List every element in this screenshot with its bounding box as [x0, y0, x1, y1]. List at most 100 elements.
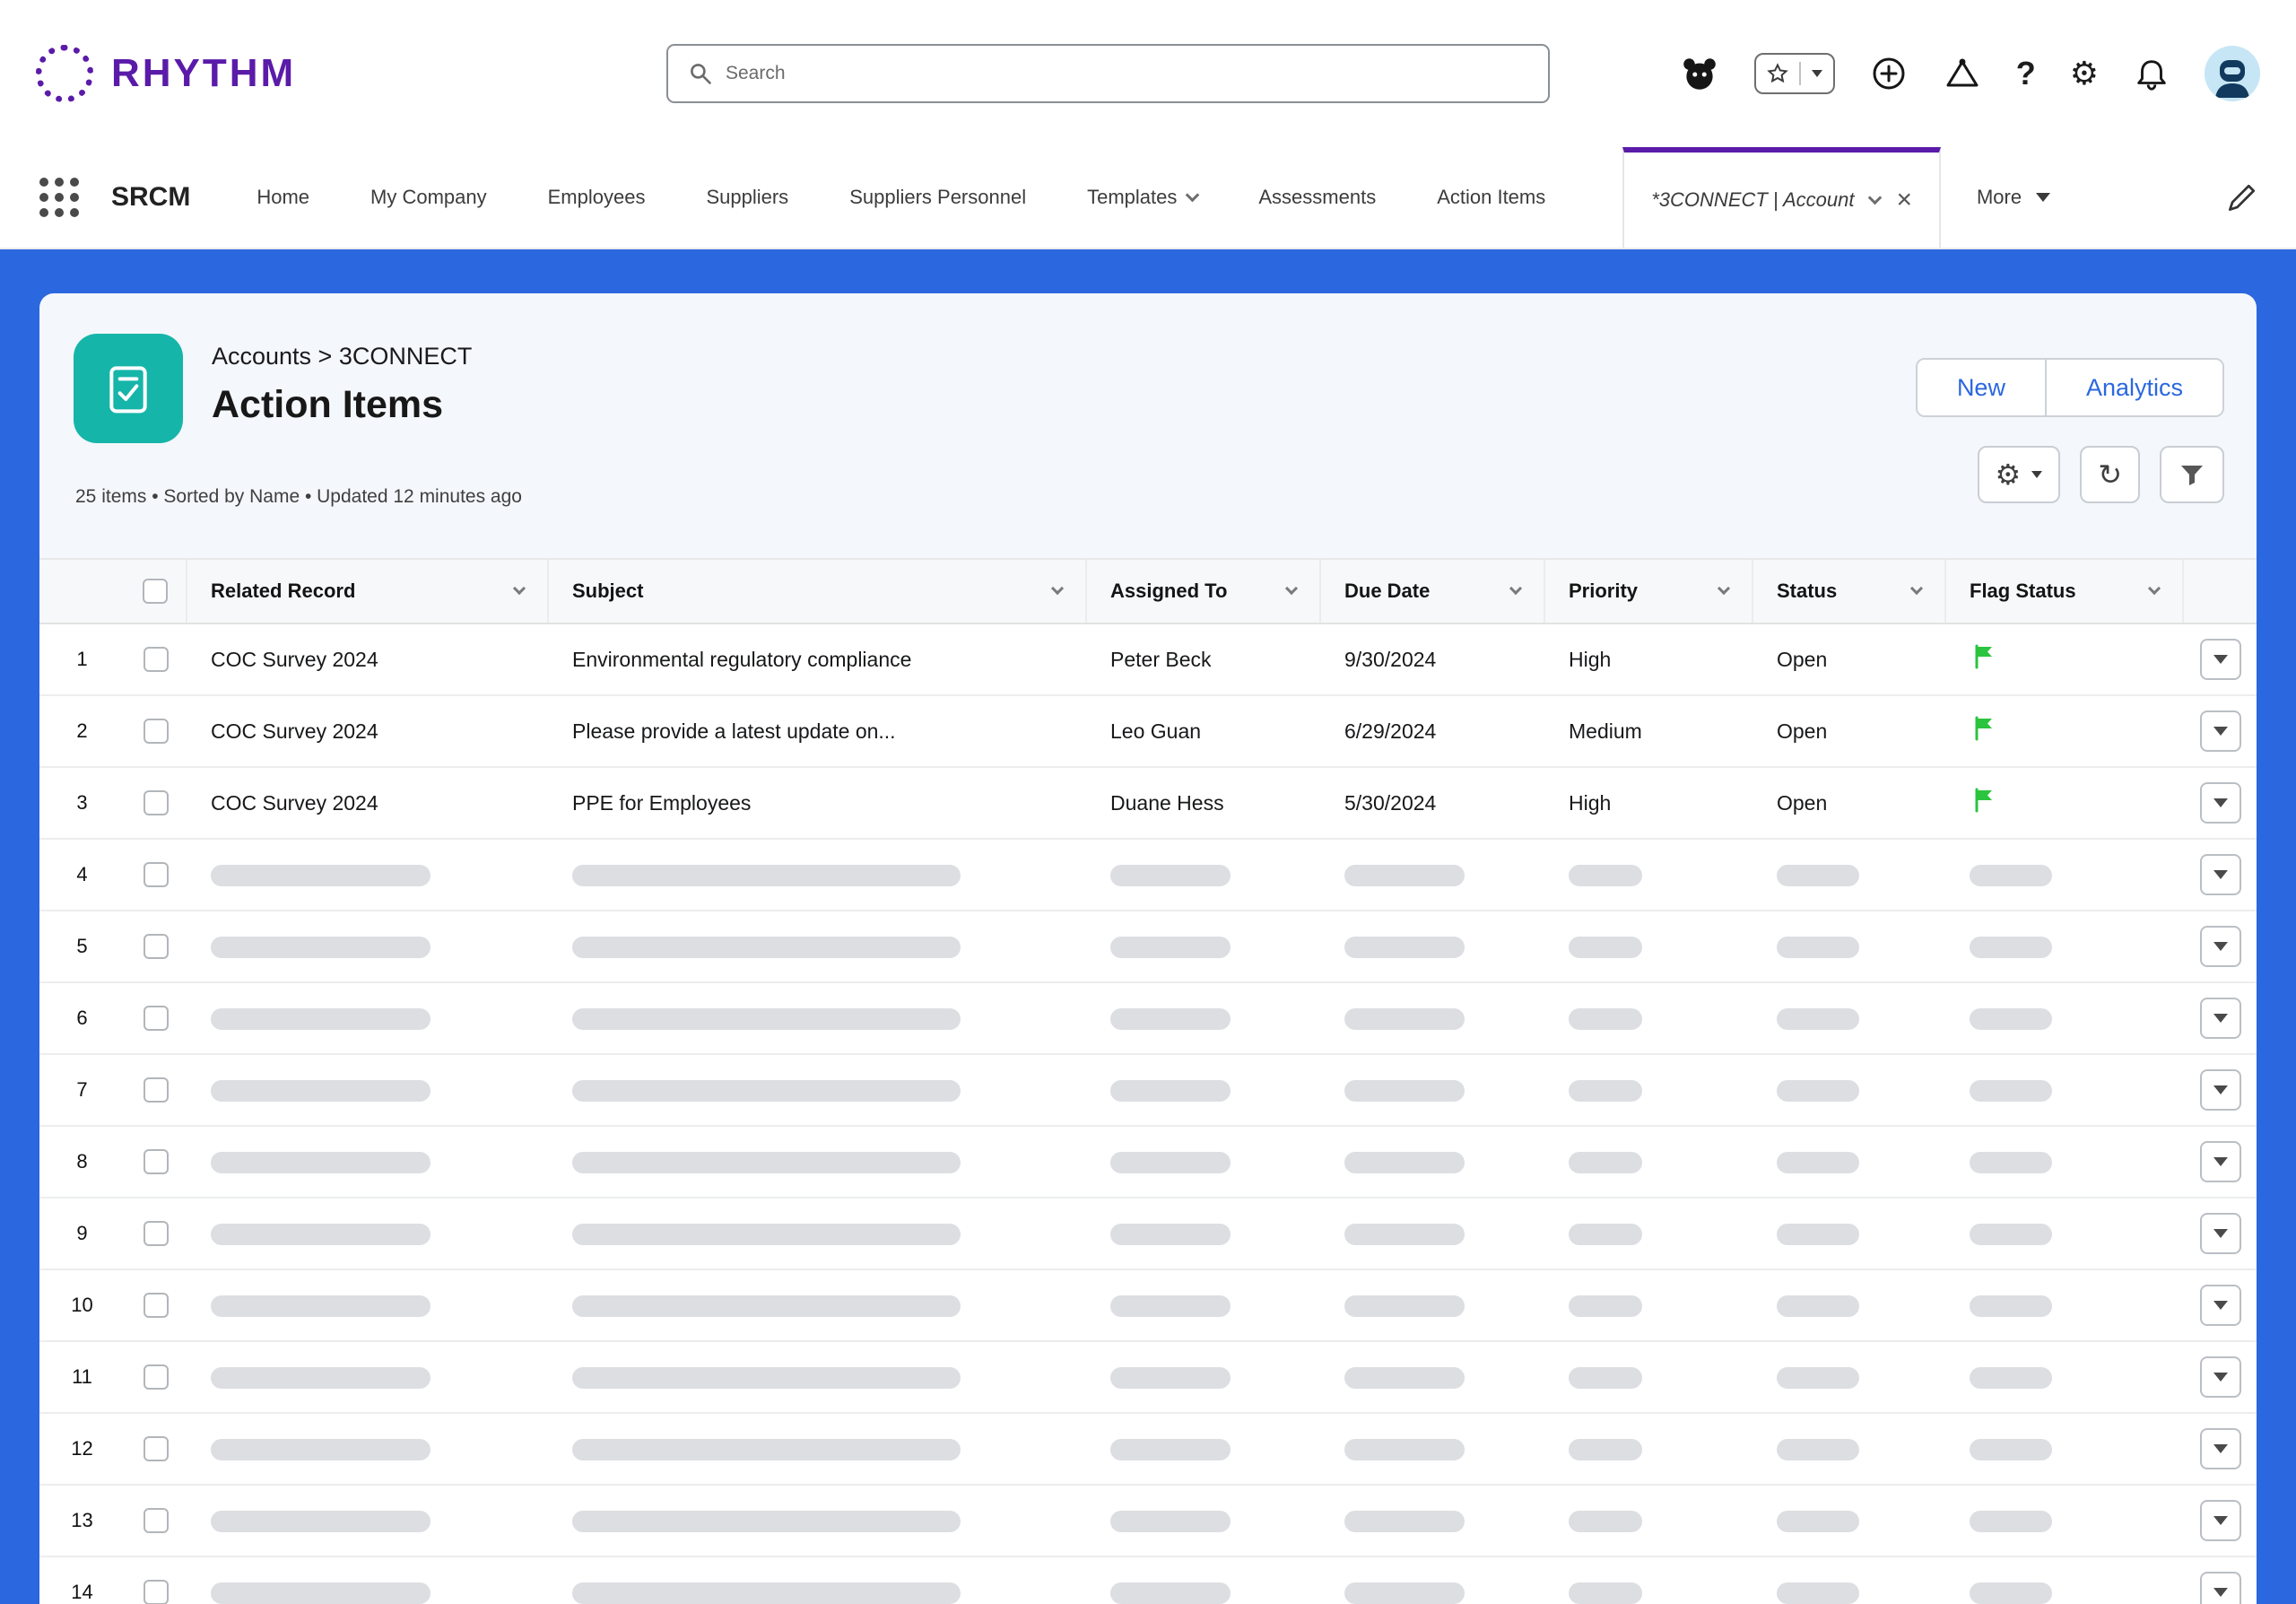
cell-assigned-to[interactable] — [1087, 1150, 1321, 1174]
tab-3connect-account[interactable]: *3CONNECT | Account × — [1622, 147, 1941, 248]
cell-assigned-to[interactable] — [1087, 863, 1321, 887]
cell-subject[interactable] — [549, 1078, 1087, 1103]
cell-subject[interactable]: Environmental regulatory compliance — [549, 648, 1087, 672]
select-all-checkbox[interactable] — [143, 579, 168, 604]
row-action-button[interactable] — [2200, 1500, 2241, 1541]
cell-subject[interactable] — [549, 1150, 1087, 1174]
global-search[interactable] — [666, 44, 1550, 103]
notifications-bell-icon[interactable] — [2133, 55, 2170, 92]
cell-related-record[interactable] — [187, 1222, 549, 1246]
cell-related-record[interactable] — [187, 1150, 549, 1174]
add-icon[interactable] — [1869, 54, 1909, 93]
setup-gear-icon[interactable]: ⚙ — [2070, 57, 2099, 90]
guidance-center-icon[interactable] — [1943, 54, 1982, 93]
close-icon[interactable]: × — [1896, 187, 1912, 214]
cell-related-record[interactable] — [187, 1078, 549, 1103]
row-checkbox[interactable] — [144, 647, 169, 672]
search-input[interactable] — [726, 63, 1528, 84]
breadcrumb[interactable]: Accounts > 3CONNECT — [212, 343, 472, 370]
row-checkbox[interactable] — [144, 1221, 169, 1246]
row-action-button[interactable] — [2200, 639, 2241, 680]
cell-related-record[interactable] — [187, 1437, 549, 1461]
cell-related-record[interactable] — [187, 1007, 549, 1031]
row-action-button[interactable] — [2200, 1428, 2241, 1469]
row-action-button[interactable] — [2200, 1213, 2241, 1254]
cell-subject[interactable] — [549, 1509, 1087, 1533]
row-action-button[interactable] — [2200, 998, 2241, 1039]
row-action-button[interactable] — [2200, 710, 2241, 752]
cell-assigned-to[interactable] — [1087, 935, 1321, 959]
cell-subject[interactable] — [549, 1581, 1087, 1604]
assistant-mascot-icon[interactable] — [1679, 53, 1720, 94]
list-settings-button[interactable]: ⚙ — [1978, 446, 2061, 503]
cell-related-record[interactable]: COC Survey 2024 — [187, 791, 549, 815]
row-checkbox[interactable] — [144, 1436, 169, 1461]
row-checkbox[interactable] — [144, 1149, 169, 1174]
tab-my-company[interactable]: My Company — [340, 147, 517, 248]
filter-button[interactable] — [2160, 446, 2224, 503]
cell-assigned-to[interactable] — [1087, 1007, 1321, 1031]
tab-suppliers[interactable]: Suppliers — [675, 147, 819, 248]
row-action-button[interactable] — [2200, 1572, 2241, 1604]
cell-subject[interactable]: PPE for Employees — [549, 791, 1087, 815]
tab-suppliers-personnel[interactable]: Suppliers Personnel — [819, 147, 1057, 248]
row-checkbox[interactable] — [144, 1006, 169, 1031]
favorites-button[interactable] — [1754, 53, 1835, 94]
cell-subject[interactable] — [549, 863, 1087, 887]
cell-related-record[interactable] — [187, 1365, 549, 1390]
cell-assigned-to[interactable] — [1087, 1078, 1321, 1103]
cell-subject[interactable] — [549, 935, 1087, 959]
column-header-priority[interactable]: Priority — [1545, 560, 1753, 623]
row-checkbox[interactable] — [144, 1077, 169, 1103]
row-action-button[interactable] — [2200, 1285, 2241, 1326]
cell-assigned-to[interactable] — [1087, 1222, 1321, 1246]
row-checkbox[interactable] — [144, 934, 169, 959]
cell-subject[interactable] — [549, 1437, 1087, 1461]
column-header-subject[interactable]: Subject — [549, 560, 1087, 623]
tab-templates[interactable]: Templates — [1057, 147, 1228, 248]
row-checkbox[interactable] — [144, 1364, 169, 1390]
row-action-button[interactable] — [2200, 926, 2241, 967]
tab-home[interactable]: Home — [226, 147, 340, 248]
cell-assigned-to[interactable]: Leo Guan — [1087, 719, 1321, 744]
cell-assigned-to[interactable]: Duane Hess — [1087, 791, 1321, 815]
tab-action-items[interactable]: Action Items — [1406, 147, 1576, 248]
cell-subject[interactable] — [549, 1294, 1087, 1318]
row-checkbox[interactable] — [144, 1293, 169, 1318]
cell-related-record[interactable] — [187, 863, 549, 887]
cell-assigned-to[interactable] — [1087, 1365, 1321, 1390]
tab-more[interactable]: More — [1941, 147, 2086, 248]
cell-assigned-to[interactable] — [1087, 1294, 1321, 1318]
cell-subject[interactable] — [549, 1365, 1087, 1390]
row-checkbox[interactable] — [144, 1580, 169, 1604]
cell-subject[interactable]: Please provide a latest update on... — [549, 719, 1087, 744]
cell-related-record[interactable]: COC Survey 2024 — [187, 719, 549, 744]
column-header-assigned-to[interactable]: Assigned To — [1087, 560, 1321, 623]
cell-assigned-to[interactable] — [1087, 1437, 1321, 1461]
row-checkbox[interactable] — [144, 790, 169, 815]
row-checkbox[interactable] — [144, 1508, 169, 1533]
app-launcher[interactable] — [39, 147, 79, 248]
cell-related-record[interactable] — [187, 1294, 549, 1318]
row-checkbox[interactable] — [144, 862, 169, 887]
user-avatar[interactable] — [2205, 46, 2260, 101]
row-action-button[interactable] — [2200, 782, 2241, 824]
column-header-status[interactable]: Status — [1753, 560, 1946, 623]
row-action-button[interactable] — [2200, 1141, 2241, 1182]
tab-assessments[interactable]: Assessments — [1228, 147, 1406, 248]
cell-assigned-to[interactable] — [1087, 1581, 1321, 1604]
edit-nav-button[interactable] — [2224, 147, 2260, 248]
tab-employees[interactable]: Employees — [517, 147, 676, 248]
cell-assigned-to[interactable] — [1087, 1509, 1321, 1533]
help-icon[interactable]: ? — [2016, 57, 2036, 90]
row-checkbox[interactable] — [144, 719, 169, 744]
analytics-button[interactable]: Analytics — [2045, 360, 2222, 415]
cell-assigned-to[interactable]: Peter Beck — [1087, 648, 1321, 672]
new-button[interactable]: New — [1918, 360, 2045, 415]
row-action-button[interactable] — [2200, 1069, 2241, 1111]
cell-related-record[interactable]: COC Survey 2024 — [187, 648, 549, 672]
cell-related-record[interactable] — [187, 1581, 549, 1604]
row-action-button[interactable] — [2200, 854, 2241, 895]
row-action-button[interactable] — [2200, 1356, 2241, 1398]
cell-related-record[interactable] — [187, 1509, 549, 1533]
